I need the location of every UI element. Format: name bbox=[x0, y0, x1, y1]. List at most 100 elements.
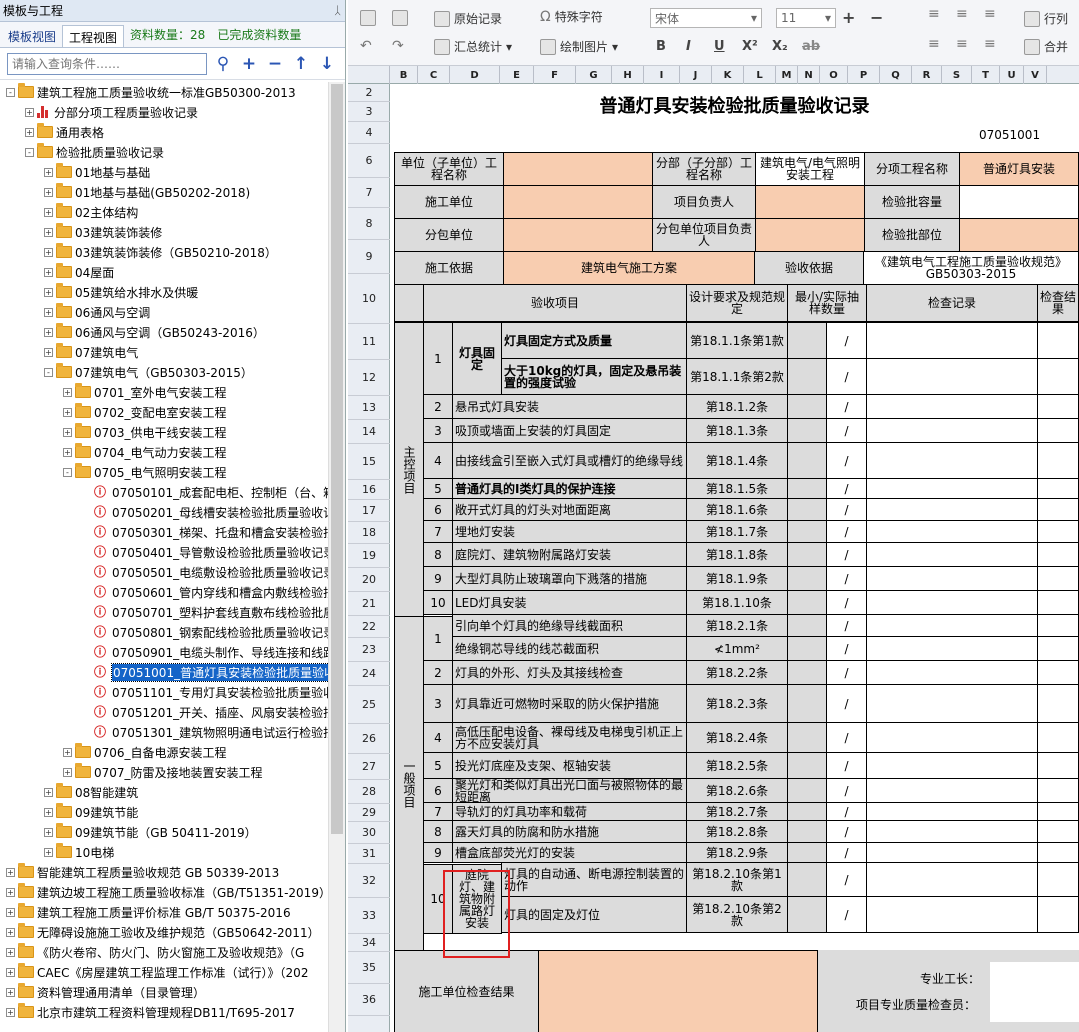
sample-min[interactable] bbox=[787, 896, 827, 933]
sample-min[interactable] bbox=[787, 614, 827, 637]
column-header-cell[interactable]: N bbox=[798, 66, 820, 84]
division-label[interactable]: 分部（子分部）工程名称 bbox=[652, 152, 756, 186]
tab-template-view[interactable]: 模板视图 bbox=[2, 25, 62, 47]
check-record[interactable] bbox=[866, 590, 1038, 615]
item-text[interactable]: 由接线盒引至嵌入式灯具或槽灯的绝缘导线 bbox=[452, 442, 687, 479]
tree-item[interactable]: +09建筑节能 bbox=[0, 802, 328, 822]
tree-item[interactable]: +0704_电气动力安装工程 bbox=[0, 442, 328, 462]
tree-item[interactable]: - 0705_电气照明安装工程 bbox=[0, 462, 328, 482]
sample-min[interactable] bbox=[787, 498, 827, 521]
main-control-label[interactable]: 主控项目 bbox=[394, 322, 424, 618]
item-no-cell[interactable]: 3 bbox=[423, 684, 453, 723]
subcontractor-label[interactable]: 分包单位 bbox=[394, 218, 504, 252]
expand-icon[interactable]: + bbox=[44, 847, 53, 857]
item-text[interactable]: 埋地灯安装 bbox=[452, 520, 687, 543]
check-record[interactable] bbox=[866, 820, 1038, 843]
item-no-cell[interactable]: 8 bbox=[423, 820, 453, 843]
tree-item[interactable]: ⓘ 07051001_普通灯具安装检验批质量验收 bbox=[0, 662, 328, 682]
tree-item[interactable]: - 07建筑电气（GB50303-2015） bbox=[0, 362, 328, 382]
column-header-cell[interactable]: S bbox=[942, 66, 972, 84]
sample-actual[interactable]: / bbox=[826, 636, 867, 661]
tree-item[interactable]: + 《防火卷帘、防火门、防火窗施工及验收规范》（G bbox=[0, 942, 328, 962]
item-no-cell[interactable]: 2 bbox=[423, 660, 453, 685]
item-spec[interactable]: 第18.1.5条 bbox=[686, 478, 788, 499]
check-record[interactable] bbox=[866, 394, 1038, 419]
unit-name-value[interactable] bbox=[503, 152, 653, 186]
column-header-cell[interactable]: Q bbox=[880, 66, 912, 84]
tree-item[interactable]: + 智能建筑工程质量验收规范 GB 50339-2013 bbox=[0, 862, 328, 882]
sample-actual[interactable]: / bbox=[826, 660, 867, 685]
tree-item[interactable]: + 建筑边坡工程施工质量验收标准（GB/T51351-2019） bbox=[0, 882, 328, 902]
sample-min[interactable] bbox=[787, 566, 827, 591]
row-header-cell[interactable]: 33 bbox=[348, 898, 390, 934]
item-text[interactable]: 聚光灯和类似灯具出光口面与被照物体的最短距离 bbox=[452, 778, 687, 803]
expand-icon[interactable]: + bbox=[63, 407, 72, 417]
division-value[interactable]: 建筑电气/电气照明安装工程 bbox=[755, 152, 865, 186]
tree-item[interactable]: +09建筑节能（GB 50411-2019） bbox=[0, 822, 328, 842]
item-text[interactable]: 引向单个灯具的绝缘导线截面积 bbox=[452, 614, 687, 637]
row-header-cell[interactable]: 14 bbox=[348, 420, 390, 444]
summary-button[interactable]: 汇总统计 ▾ bbox=[434, 38, 512, 55]
row-header-cell[interactable]: 6 bbox=[348, 144, 390, 178]
row-header-cell[interactable]: 36 bbox=[348, 984, 390, 1016]
check-result[interactable] bbox=[1037, 358, 1079, 395]
expand-icon[interactable]: + bbox=[6, 887, 15, 897]
expand-icon[interactable]: + bbox=[6, 1007, 15, 1017]
redo-icon[interactable]: ↷ bbox=[392, 38, 404, 54]
row-header-cell[interactable]: 31 bbox=[348, 844, 390, 864]
expand-icon[interactable]: + bbox=[25, 127, 34, 137]
row-header-cell[interactable]: 18 bbox=[348, 522, 390, 544]
foot-label[interactable]: 施工单位检查结果 bbox=[394, 950, 539, 1032]
subscript-button[interactable]: X₂ bbox=[772, 39, 788, 54]
sample-actual[interactable]: / bbox=[826, 418, 867, 443]
underline-button[interactable]: U bbox=[714, 39, 725, 54]
row-header-cell[interactable]: 9 bbox=[348, 240, 390, 274]
align-center-icon[interactable]: ≡ bbox=[956, 36, 968, 52]
sample-actual[interactable]: / bbox=[826, 896, 867, 933]
add-icon[interactable]: + bbox=[239, 54, 259, 74]
sample-actual[interactable]: / bbox=[826, 566, 867, 591]
row-header-cell[interactable]: 19 bbox=[348, 544, 390, 568]
check-result[interactable] bbox=[1037, 820, 1079, 843]
item1-group[interactable]: 灯具固定 bbox=[452, 322, 502, 396]
tree-item[interactable]: +04屋面 bbox=[0, 262, 328, 282]
sample-min[interactable] bbox=[787, 478, 827, 499]
tree-item[interactable]: +0703_供电干线安装工程 bbox=[0, 422, 328, 442]
column-header-cell[interactable]: V bbox=[1024, 66, 1047, 84]
check-record[interactable] bbox=[866, 566, 1038, 591]
font-size-select[interactable]: 11 ▾ bbox=[776, 8, 836, 28]
item-text[interactable]: 灯具的外形、灯头及其接线检查 bbox=[452, 660, 687, 685]
tree-item[interactable]: ⓘ 07050201_母线槽安装检验批质量验收记 bbox=[0, 502, 328, 522]
sample-actual[interactable]: / bbox=[826, 358, 867, 395]
check-record[interactable] bbox=[866, 842, 1038, 863]
row-header-cell[interactable]: 12 bbox=[348, 360, 390, 396]
item-spec[interactable]: 第18.1.10条 bbox=[686, 590, 788, 615]
foot-value[interactable] bbox=[538, 950, 818, 1032]
item-text[interactable]: 悬吊式灯具安装 bbox=[452, 394, 687, 419]
sample-min[interactable] bbox=[787, 722, 827, 753]
item-spec[interactable]: 第18.2.8条 bbox=[686, 820, 788, 843]
column-header-cell[interactable]: H bbox=[612, 66, 644, 84]
sample-actual[interactable]: / bbox=[826, 498, 867, 521]
item-text[interactable]: 导轨灯的灯具功率和载荷 bbox=[452, 802, 687, 821]
expand-icon[interactable]: + bbox=[6, 867, 15, 877]
expand-icon[interactable]: + bbox=[63, 447, 72, 457]
item-spec[interactable]: 第18.2.10条第1款 bbox=[686, 862, 788, 897]
item-no-cell[interactable]: 5 bbox=[423, 752, 453, 779]
tree-item[interactable]: +01地基与基础 bbox=[0, 162, 328, 182]
check-result[interactable] bbox=[1037, 322, 1079, 359]
check-result[interactable] bbox=[1037, 722, 1079, 753]
check-record[interactable] bbox=[866, 478, 1038, 499]
tree-item[interactable]: +06通风与空调（GB50243-2016） bbox=[0, 322, 328, 342]
row-header-cell[interactable]: 26 bbox=[348, 724, 390, 754]
undo-icon[interactable]: ↶ bbox=[360, 38, 372, 54]
item-text[interactable]: 普通灯具的I类灯具的保护连接 bbox=[452, 478, 687, 499]
collapse-icon[interactable]: - bbox=[6, 87, 15, 97]
item-spec[interactable]: 第18.2.2条 bbox=[686, 660, 788, 685]
sample-actual[interactable]: / bbox=[826, 478, 867, 499]
expand-icon[interactable]: + bbox=[44, 327, 53, 337]
tree-item[interactable]: ⓘ 07051201_开关、插座、风扇安装检验批 bbox=[0, 702, 328, 722]
align-middle-icon[interactable]: ≡ bbox=[956, 6, 968, 22]
check-result[interactable] bbox=[1037, 636, 1079, 661]
item-spec[interactable]: ≮1mm² bbox=[686, 636, 788, 661]
